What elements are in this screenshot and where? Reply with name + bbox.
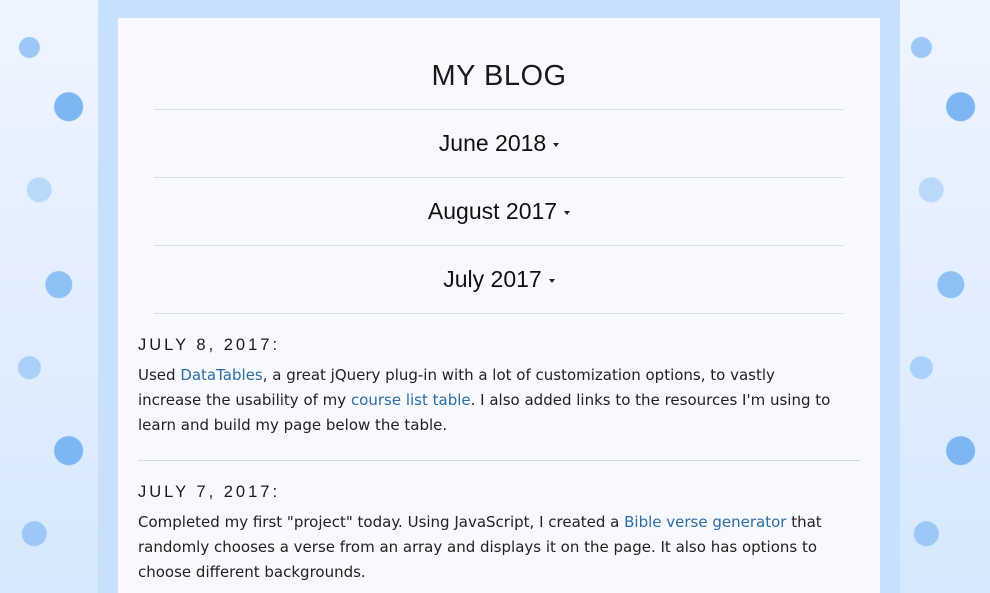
blog-entry: JULY 7, 2017: Completed my first "projec… (118, 461, 880, 585)
floral-background-left (0, 0, 98, 593)
caret-down-icon (564, 210, 571, 215)
course-list-table-link[interactable]: course list table (351, 391, 471, 409)
entry-text: Completed my first "project" today. Usin… (138, 513, 625, 531)
bible-verse-generator-link[interactable]: Bible verse generator (624, 513, 786, 531)
entry-body: Used DataTables, a great jQuery plug-in … (138, 363, 838, 438)
entry-date: JULY 8, 2017: (138, 336, 281, 354)
floral-background-right (892, 0, 990, 593)
blog-card: MY BLOG June 2018 August 2017 July 2017 … (118, 18, 880, 593)
blog-entry: JULY 8, 2017: Used DataTables, a great j… (118, 314, 880, 461)
month-label: July 2017 (443, 266, 542, 292)
entry-text: Used (138, 366, 181, 384)
month-label: August 2017 (427, 198, 558, 224)
month-dropdown-july-2017[interactable]: July 2017 (118, 246, 880, 313)
caret-down-icon (548, 278, 555, 283)
page-frame: MY BLOG June 2018 August 2017 July 2017 … (98, 0, 900, 593)
entry-date: JULY 7, 2017: (138, 483, 281, 501)
month-dropdown-june-2018[interactable]: June 2018 (118, 110, 880, 177)
page-title: MY BLOG (431, 60, 567, 92)
datatables-link[interactable]: DataTables (180, 366, 262, 384)
month-dropdown-august-2017[interactable]: August 2017 (118, 178, 880, 245)
entry-body: Completed my first "project" today. Usin… (138, 510, 838, 585)
month-label: June 2018 (438, 130, 547, 156)
caret-down-icon (553, 142, 560, 147)
